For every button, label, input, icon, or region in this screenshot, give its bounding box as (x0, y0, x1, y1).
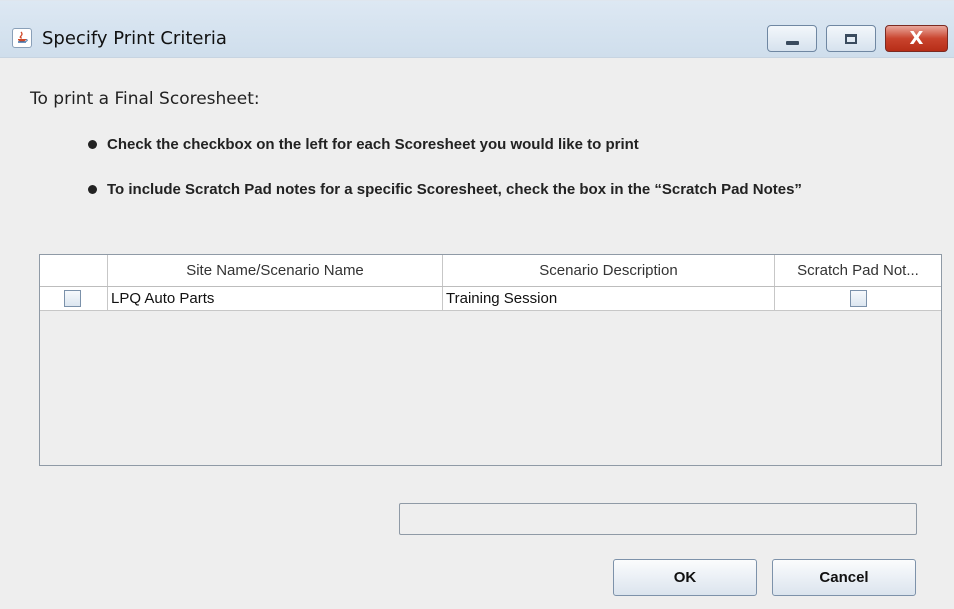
description-cell[interactable]: Training Session (443, 287, 775, 310)
close-icon: X (909, 28, 924, 49)
instructions-heading: To print a Final Scoresheet: (30, 89, 260, 109)
print-criteria-dialog: Specify Print Criteria X To print a Fina… (0, 0, 954, 609)
column-header-select[interactable] (40, 255, 108, 286)
title-bar[interactable]: Specify Print Criteria X (0, 1, 954, 58)
instruction-bullet: To include Scratch Pad notes for a speci… (88, 179, 908, 223)
select-scoresheet-checkbox[interactable] (64, 290, 81, 307)
maximize-button[interactable] (826, 25, 876, 52)
column-header-site-name[interactable]: Site Name/Scenario Name (108, 255, 443, 286)
select-cell (40, 287, 108, 310)
scratch-pad-checkbox[interactable] (850, 290, 867, 307)
site-name-cell[interactable]: LPQ Auto Parts (108, 287, 443, 310)
status-field (399, 503, 917, 535)
column-header-description[interactable]: Scenario Description (443, 255, 775, 286)
cancel-button[interactable]: Cancel (772, 559, 916, 596)
maximize-icon (845, 34, 857, 44)
instruction-text: Check the checkbox on the left for each … (107, 136, 639, 153)
scratch-pad-cell (775, 287, 941, 310)
close-button[interactable]: X (885, 25, 948, 52)
instruction-bullet: Check the checkbox on the left for each … (88, 134, 908, 155)
window-title: Specify Print Criteria (42, 28, 227, 49)
ok-button[interactable]: OK (613, 559, 757, 596)
column-header-scratch-pad[interactable]: Scratch Pad Not... (775, 255, 941, 286)
scoresheet-table[interactable]: Site Name/Scenario Name Scenario Descrip… (39, 254, 942, 466)
instruction-text: To include Scratch Pad notes for a speci… (107, 181, 802, 198)
minimize-button[interactable] (767, 25, 817, 52)
table-row[interactable]: LPQ Auto Parts Training Session (40, 287, 941, 311)
java-coffee-icon (12, 28, 32, 48)
minimize-icon (786, 41, 799, 45)
bullet-icon (88, 185, 97, 194)
bullet-icon (88, 140, 97, 149)
table-header: Site Name/Scenario Name Scenario Descrip… (40, 255, 941, 287)
